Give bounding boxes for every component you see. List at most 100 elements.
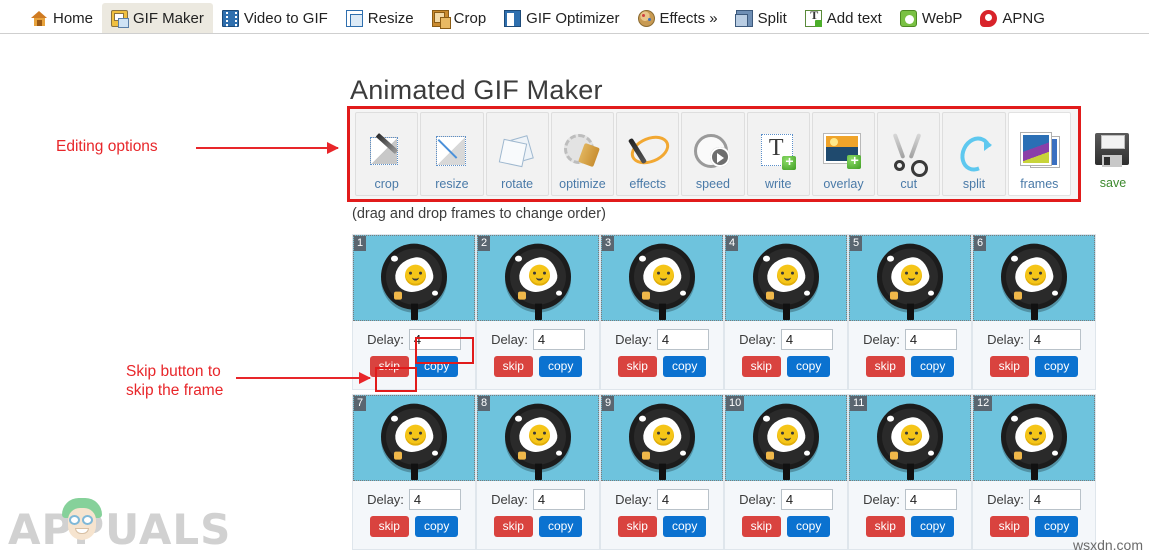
frame-item[interactable]: 4 Delay: skipcopy [724, 234, 848, 390]
skip-button[interactable]: skip [865, 356, 905, 378]
skip-button[interactable]: skip [617, 516, 657, 538]
copy-button[interactable]: copy [538, 356, 583, 378]
copy-button[interactable]: copy [414, 356, 459, 378]
skip-button[interactable]: skip [493, 516, 533, 538]
speed-tool-button[interactable]: speed [681, 112, 745, 196]
delay-input[interactable] [532, 489, 585, 510]
delay-input[interactable] [780, 489, 833, 510]
skip-button[interactable]: skip [741, 356, 781, 378]
tab-crop[interactable]: Crop [423, 3, 496, 33]
frames-tool-button[interactable]: frames [1007, 112, 1071, 196]
delay-row: Delay: [601, 487, 723, 510]
frame-item[interactable]: 5 Delay: skipcopy [848, 234, 972, 390]
skip-button[interactable]: skip [741, 516, 781, 538]
skip-button[interactable]: skip [989, 356, 1029, 378]
frame-thumbnail[interactable]: 9 [601, 395, 723, 481]
skip-button[interactable]: skip [369, 356, 409, 378]
frame-thumbnail[interactable]: 5 [849, 235, 971, 321]
delay-input[interactable] [904, 329, 957, 350]
copy-button[interactable]: copy [538, 516, 583, 538]
frame-thumbnail[interactable]: 1 [353, 235, 475, 321]
crop-icon [431, 9, 451, 29]
skip-button[interactable]: skip [493, 356, 533, 378]
rotate-tool-button[interactable]: rotate [485, 112, 549, 196]
appuals-watermark: APPUALS [8, 505, 232, 554]
delay-input[interactable] [656, 329, 709, 350]
tab-home[interactable]: Home [22, 3, 102, 33]
effects-palette-icon [637, 9, 655, 27]
skip-button[interactable]: skip [617, 356, 657, 378]
tab-video-to-gif[interactable]: Video to GIF [213, 3, 337, 33]
frame-item[interactable]: 12 Delay: skipcopy [972, 394, 1096, 550]
skip-button[interactable]: skip [865, 516, 905, 538]
tab-add-text[interactable]: Add text [796, 3, 891, 33]
copy-button[interactable]: copy [786, 356, 831, 378]
skip-button[interactable]: skip [369, 516, 409, 538]
overlay-tool-button[interactable]: overlay [811, 112, 876, 196]
delay-row: Delay: [725, 327, 847, 350]
delay-label: Delay: [615, 332, 652, 347]
frame-item[interactable]: 6 Delay: skipcopy [972, 234, 1096, 390]
frame-thumbnail[interactable]: 2 [477, 235, 599, 321]
frame-thumbnail[interactable]: 10 [725, 395, 847, 481]
tab-gif-optimizer[interactable]: GIF Optimizer [495, 3, 628, 33]
tab-effects[interactable]: Effects » [629, 3, 727, 33]
copy-button[interactable]: copy [1034, 356, 1079, 378]
frame-thumbnail[interactable]: 3 [601, 235, 723, 321]
delay-label: Delay: [987, 492, 1024, 507]
copy-button[interactable]: copy [910, 516, 955, 538]
annotation-skip-line2: skip the frame [126, 382, 224, 399]
save-tool-button[interactable]: save [1084, 110, 1142, 194]
copy-button[interactable]: copy [662, 516, 707, 538]
frame-thumbnail[interactable]: 4 [725, 235, 847, 321]
tool-label: effects [629, 176, 666, 191]
delay-input[interactable] [780, 329, 833, 350]
skip-button[interactable]: skip [989, 516, 1029, 538]
split-tool-icon [952, 129, 996, 173]
effects-tool-button[interactable]: effects [616, 112, 680, 196]
tab-gif-maker[interactable]: GIF Maker [102, 3, 213, 33]
copy-button[interactable]: copy [414, 516, 459, 538]
resize-tool-button[interactable]: resize [420, 112, 484, 196]
cut-tool-button[interactable]: cut [877, 112, 941, 196]
frame-item[interactable]: 11 Delay: skipcopy [848, 394, 972, 550]
frame-controls: Delay: skipcopy [477, 481, 599, 538]
frame-thumbnail[interactable]: 8 [477, 395, 599, 481]
delay-input[interactable] [1028, 329, 1081, 350]
frame-item[interactable]: 9 Delay: skipcopy [600, 394, 724, 550]
tab-webp[interactable]: WebP [891, 3, 972, 33]
split-tool-button[interactable]: split [942, 112, 1006, 196]
crop-tool-button[interactable]: crop [355, 112, 419, 196]
frame-thumbnail[interactable]: 11 [849, 395, 971, 481]
write-tool-button[interactable]: write [746, 112, 810, 196]
frame-item[interactable]: 3 Delay: skipcopy [600, 234, 724, 390]
frame-item[interactable]: 2 Delay: skipcopy [476, 234, 600, 390]
frame-thumbnail[interactable]: 7 [353, 395, 475, 481]
copy-button[interactable]: copy [1034, 516, 1079, 538]
frame-item[interactable]: 1 Delay: skipcopy [352, 234, 476, 392]
tab-resize[interactable]: Resize [337, 3, 423, 33]
tab-label: Home [53, 9, 94, 27]
frame-thumbnail[interactable]: 12 [973, 395, 1095, 481]
delay-input[interactable] [904, 489, 957, 510]
tab-apng[interactable]: APNG [971, 3, 1054, 33]
delay-input[interactable] [532, 329, 585, 350]
delay-input[interactable] [1028, 489, 1081, 510]
delay-input[interactable] [408, 489, 461, 510]
tab-split[interactable]: Split [727, 3, 796, 33]
frame-number: 5 [850, 236, 863, 251]
optimize-tool-button[interactable]: optimize [550, 112, 615, 196]
frame-button-row: skip copy [601, 510, 723, 538]
delay-input[interactable] [656, 489, 709, 510]
copy-button[interactable]: copy [786, 516, 831, 538]
frame-item[interactable]: 10 Delay: skipcopy [724, 394, 848, 550]
frame-item[interactable]: 8 Delay: skipcopy [476, 394, 600, 550]
copy-button[interactable]: copy [662, 356, 707, 378]
delay-label: Delay: [615, 492, 652, 507]
frame-controls: Delay: skipcopy [353, 321, 475, 378]
frame-item[interactable]: 7 Delay: skipcopy [352, 394, 476, 550]
delay-input[interactable] [408, 329, 461, 350]
frame-number: 1 [354, 236, 367, 251]
frame-thumbnail[interactable]: 6 [973, 235, 1095, 321]
copy-button[interactable]: copy [910, 356, 955, 378]
